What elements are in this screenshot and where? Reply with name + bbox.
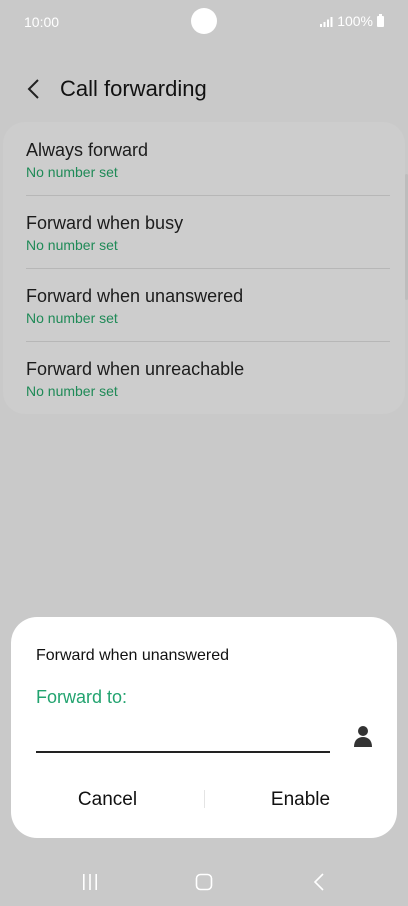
- option-title: Forward when unanswered: [26, 286, 244, 306]
- battery-icon: [377, 13, 384, 27]
- dialog-buttons: Cancel Enable: [11, 782, 397, 818]
- enable-button[interactable]: Enable: [204, 782, 397, 818]
- option-title: Forward when busy: [26, 213, 184, 233]
- back-arrow-icon: [27, 79, 39, 99]
- option-title: Forward when unreachable: [26, 359, 245, 379]
- option-title: Always forward: [26, 140, 149, 160]
- home-button[interactable]: [184, 868, 224, 896]
- forward-to-label: Forward to:: [36, 687, 128, 707]
- page-title: Call forwarding: [60, 76, 207, 101]
- settings-card: Always forward No number set Forward whe…: [3, 122, 405, 414]
- navigation-bar: [0, 858, 408, 906]
- app-header: Call forwarding: [0, 60, 408, 116]
- recents-icon: [83, 874, 97, 890]
- option-forward-when-busy[interactable]: Forward when busy No number set: [26, 195, 390, 268]
- forward-number-input[interactable]: [36, 725, 330, 753]
- status-bar: 10:00 100%: [0, 0, 408, 44]
- status-indicators: 100%: [320, 13, 384, 29]
- nav-back-button[interactable]: [299, 868, 339, 896]
- contacts-button[interactable]: [351, 723, 375, 749]
- option-subtitle: No number set: [26, 383, 118, 399]
- camera-cutout: [191, 8, 217, 34]
- cancel-button[interactable]: Cancel: [11, 782, 204, 818]
- option-subtitle: No number set: [26, 310, 118, 326]
- status-time: 10:00: [24, 14, 60, 30]
- option-forward-when-unanswered[interactable]: Forward when unanswered No number set: [26, 268, 390, 341]
- battery-percent: 100%: [337, 13, 373, 29]
- dialog-title: Forward when unanswered: [36, 647, 229, 664]
- signal-icon: [320, 16, 333, 27]
- forward-dialog: Forward when unanswered Forward to: Canc…: [11, 617, 397, 838]
- contact-icon: [354, 726, 372, 747]
- option-subtitle: No number set: [26, 237, 118, 253]
- back-icon: [313, 873, 324, 891]
- recents-button[interactable]: [70, 868, 110, 896]
- option-forward-when-unreachable[interactable]: Forward when unreachable No number set: [26, 341, 390, 414]
- option-always-forward[interactable]: Always forward No number set: [26, 122, 390, 195]
- option-subtitle: No number set: [26, 164, 118, 180]
- back-button[interactable]: [18, 74, 48, 104]
- home-icon: [195, 873, 213, 891]
